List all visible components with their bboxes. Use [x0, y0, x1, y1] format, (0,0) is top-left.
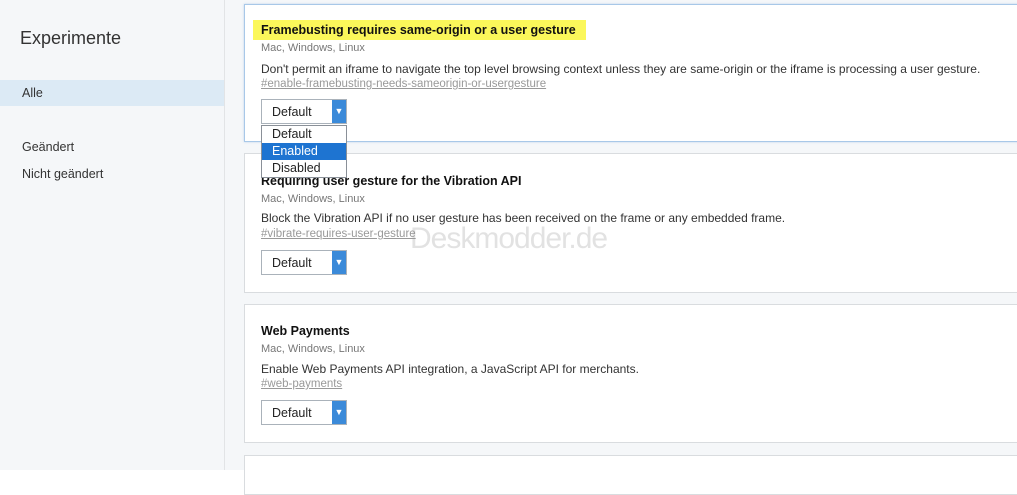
flag-platforms: Mac, Windows, Linux — [261, 42, 365, 54]
dropdown-option-default[interactable]: Default — [262, 126, 346, 143]
flag-select[interactable]: Default ▼ — [261, 99, 347, 124]
flag-card-next — [244, 455, 1017, 495]
flag-platforms: Mac, Windows, Linux — [261, 193, 365, 205]
flag-description: Block the Vibration API if no user gestu… — [261, 211, 786, 225]
flag-anchor-link[interactable]: #vibrate-requires-user-gesture — [261, 228, 416, 240]
flag-card-vibration: Requiring user gesture for the Vibration… — [244, 153, 1017, 293]
dropdown-option-enabled[interactable]: Enabled — [262, 143, 346, 160]
flag-name: Web Payments — [261, 324, 350, 338]
sidebar-title: Experimente — [20, 28, 122, 48]
flag-card-framebusting: Framebusting requires same-origin or a u… — [244, 4, 1017, 142]
flag-description: Don't permit an iframe to navigate the t… — [261, 62, 981, 76]
flag-name-text: Framebusting requires same-origin or a u… — [253, 20, 586, 40]
flag-description: Enable Web Payments API integration, a J… — [261, 362, 639, 376]
flag-anchor-link[interactable]: #web-payments — [261, 378, 342, 390]
chevron-down-icon: ▼ — [332, 401, 346, 424]
chevron-down-icon: ▼ — [332, 251, 346, 274]
sidebar-item-alle[interactable]: Alle — [0, 80, 224, 106]
flag-name: Framebusting requires same-origin or a u… — [253, 20, 586, 40]
select-value: Default — [272, 256, 312, 270]
flag-platforms: Mac, Windows, Linux — [261, 343, 365, 355]
sidebar: Experimente Alle Geändert Nicht geändert — [0, 0, 225, 470]
chevron-down-icon: ▼ — [332, 100, 346, 123]
flags-list: Framebusting requires same-origin or a u… — [225, 0, 1017, 495]
sidebar-item-nicht-geaendert[interactable]: Nicht geändert — [0, 161, 224, 187]
sidebar-item-geaendert[interactable]: Geändert — [0, 134, 224, 160]
flag-card-web-payments: Web Payments Mac, Windows, Linux Enable … — [244, 304, 1017, 443]
select-value: Default — [272, 406, 312, 420]
flag-anchor-link[interactable]: #enable-framebusting-needs-sameorigin-or… — [261, 78, 546, 90]
flag-select-dropdown: Default Enabled Disabled — [261, 125, 347, 178]
flag-select[interactable]: Default ▼ — [261, 250, 347, 275]
dropdown-option-disabled[interactable]: Disabled — [262, 160, 346, 177]
flag-select[interactable]: Default ▼ — [261, 400, 347, 425]
select-value: Default — [272, 105, 312, 119]
